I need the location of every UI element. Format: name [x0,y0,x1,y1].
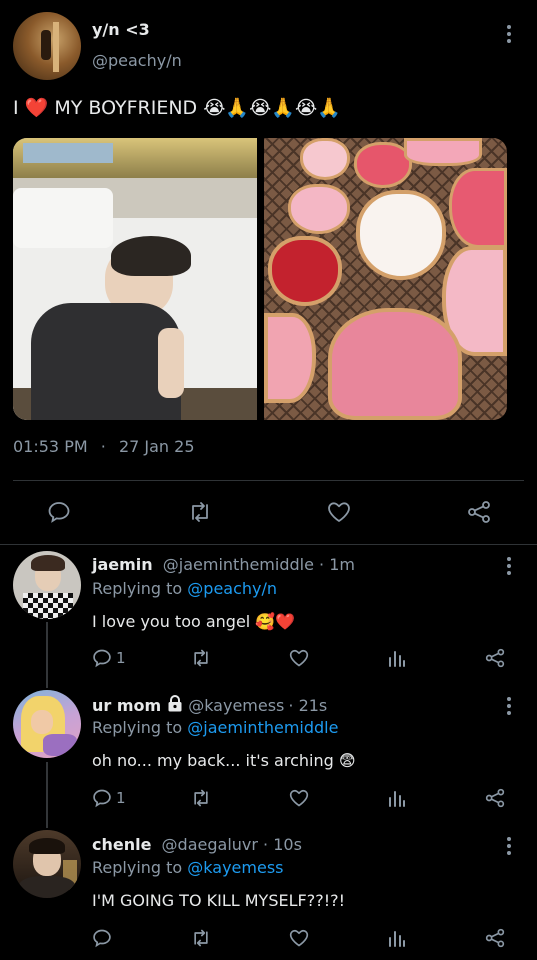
retweet-icon[interactable] [187,500,213,524]
reply-icon[interactable] [47,500,71,524]
heart-cookies-photo[interactable] [264,138,507,420]
like-icon[interactable] [288,788,310,808]
reply-header: chenle @daegaluvr · 10s [92,835,302,854]
tweet-time: 01:53 PM [13,437,88,456]
reply-time: · 21s [288,696,328,715]
reply-time: · 10s [263,835,302,854]
replying-to: Replying to @jaeminthemiddle [92,718,338,737]
reply-display-name[interactable]: ur mom [92,696,161,715]
main-avatar[interactable] [13,12,81,80]
share-icon[interactable] [484,928,506,948]
replying-to: Replying to @kayemess [92,858,284,877]
tweet-timestamp: 01:53 PM · 27 Jan 25 [13,437,195,456]
reply-time: · 1m [319,555,355,574]
main-display-name[interactable]: y/n <3 [92,20,150,39]
views-icon[interactable] [387,928,407,948]
like-icon[interactable] [326,500,352,524]
reply-more-icon[interactable] [507,557,511,578]
retweet-icon[interactable] [190,648,212,668]
reply-header: jaemin @jaeminthemiddle · 1m [92,555,355,574]
reply-display-name[interactable]: jaemin [92,555,153,574]
divider [13,480,524,481]
reply-avatar[interactable] [13,690,81,758]
reply-avatar[interactable] [13,830,81,898]
reply-more-icon[interactable] [507,697,511,718]
views-icon[interactable] [387,648,407,668]
reply-text: oh no... my back... it's arching 😨 [92,751,356,770]
reply-handle[interactable]: @daegaluvr [162,835,258,854]
reply-more-icon[interactable] [507,837,511,858]
reply-avatar[interactable] [13,551,81,619]
replying-prefix: Replying to [92,858,183,877]
man-on-bed-photo[interactable] [13,138,257,420]
reply-display-name[interactable]: chenle [92,835,151,854]
main-tweet-text: I ❤️ MY BOYFRIEND 😭🙏😭🙏😭🙏 [13,97,341,119]
replying-to-handle[interactable]: @peachy/n [187,579,277,598]
replying-to-handle[interactable]: @kayemess [187,858,283,877]
thread-line [46,622,48,688]
share-icon[interactable] [484,648,506,668]
retweet-icon[interactable] [190,788,212,808]
thread-line [46,762,48,828]
tweet-date: 27 Jan 25 [118,437,195,456]
replying-prefix: Replying to [92,579,183,598]
lock-icon [167,695,183,716]
replying-prefix: Replying to [92,718,183,737]
replying-to-handle[interactable]: @jaeminthemiddle [187,718,338,737]
reply-count: 1 [116,789,126,807]
reply-handle[interactable]: @kayemess [188,696,284,715]
timestamp-separator: · [100,437,106,456]
reply-icon[interactable]: 1 [92,788,126,808]
like-icon[interactable] [288,928,310,948]
main-handle[interactable]: @peachy/n [92,51,182,70]
reply-handle[interactable]: @jaeminthemiddle [163,555,314,574]
main-more-icon[interactable] [507,25,511,46]
share-icon[interactable] [484,788,506,808]
divider [0,544,537,545]
views-icon[interactable] [387,788,407,808]
reply-text: I'M GOING TO KILL MYSELF??!?! [92,891,346,910]
reply-header: ur mom @kayemess · 21s [92,695,327,716]
reply-text: I love you too angel 🥰❤️ [92,612,296,631]
share-icon[interactable] [466,500,492,524]
reply-icon[interactable] [92,928,112,948]
replying-to: Replying to @peachy/n [92,579,277,598]
reply-count: 1 [116,649,126,667]
like-icon[interactable] [288,648,310,668]
reply-icon[interactable]: 1 [92,648,126,668]
retweet-icon[interactable] [190,928,212,948]
